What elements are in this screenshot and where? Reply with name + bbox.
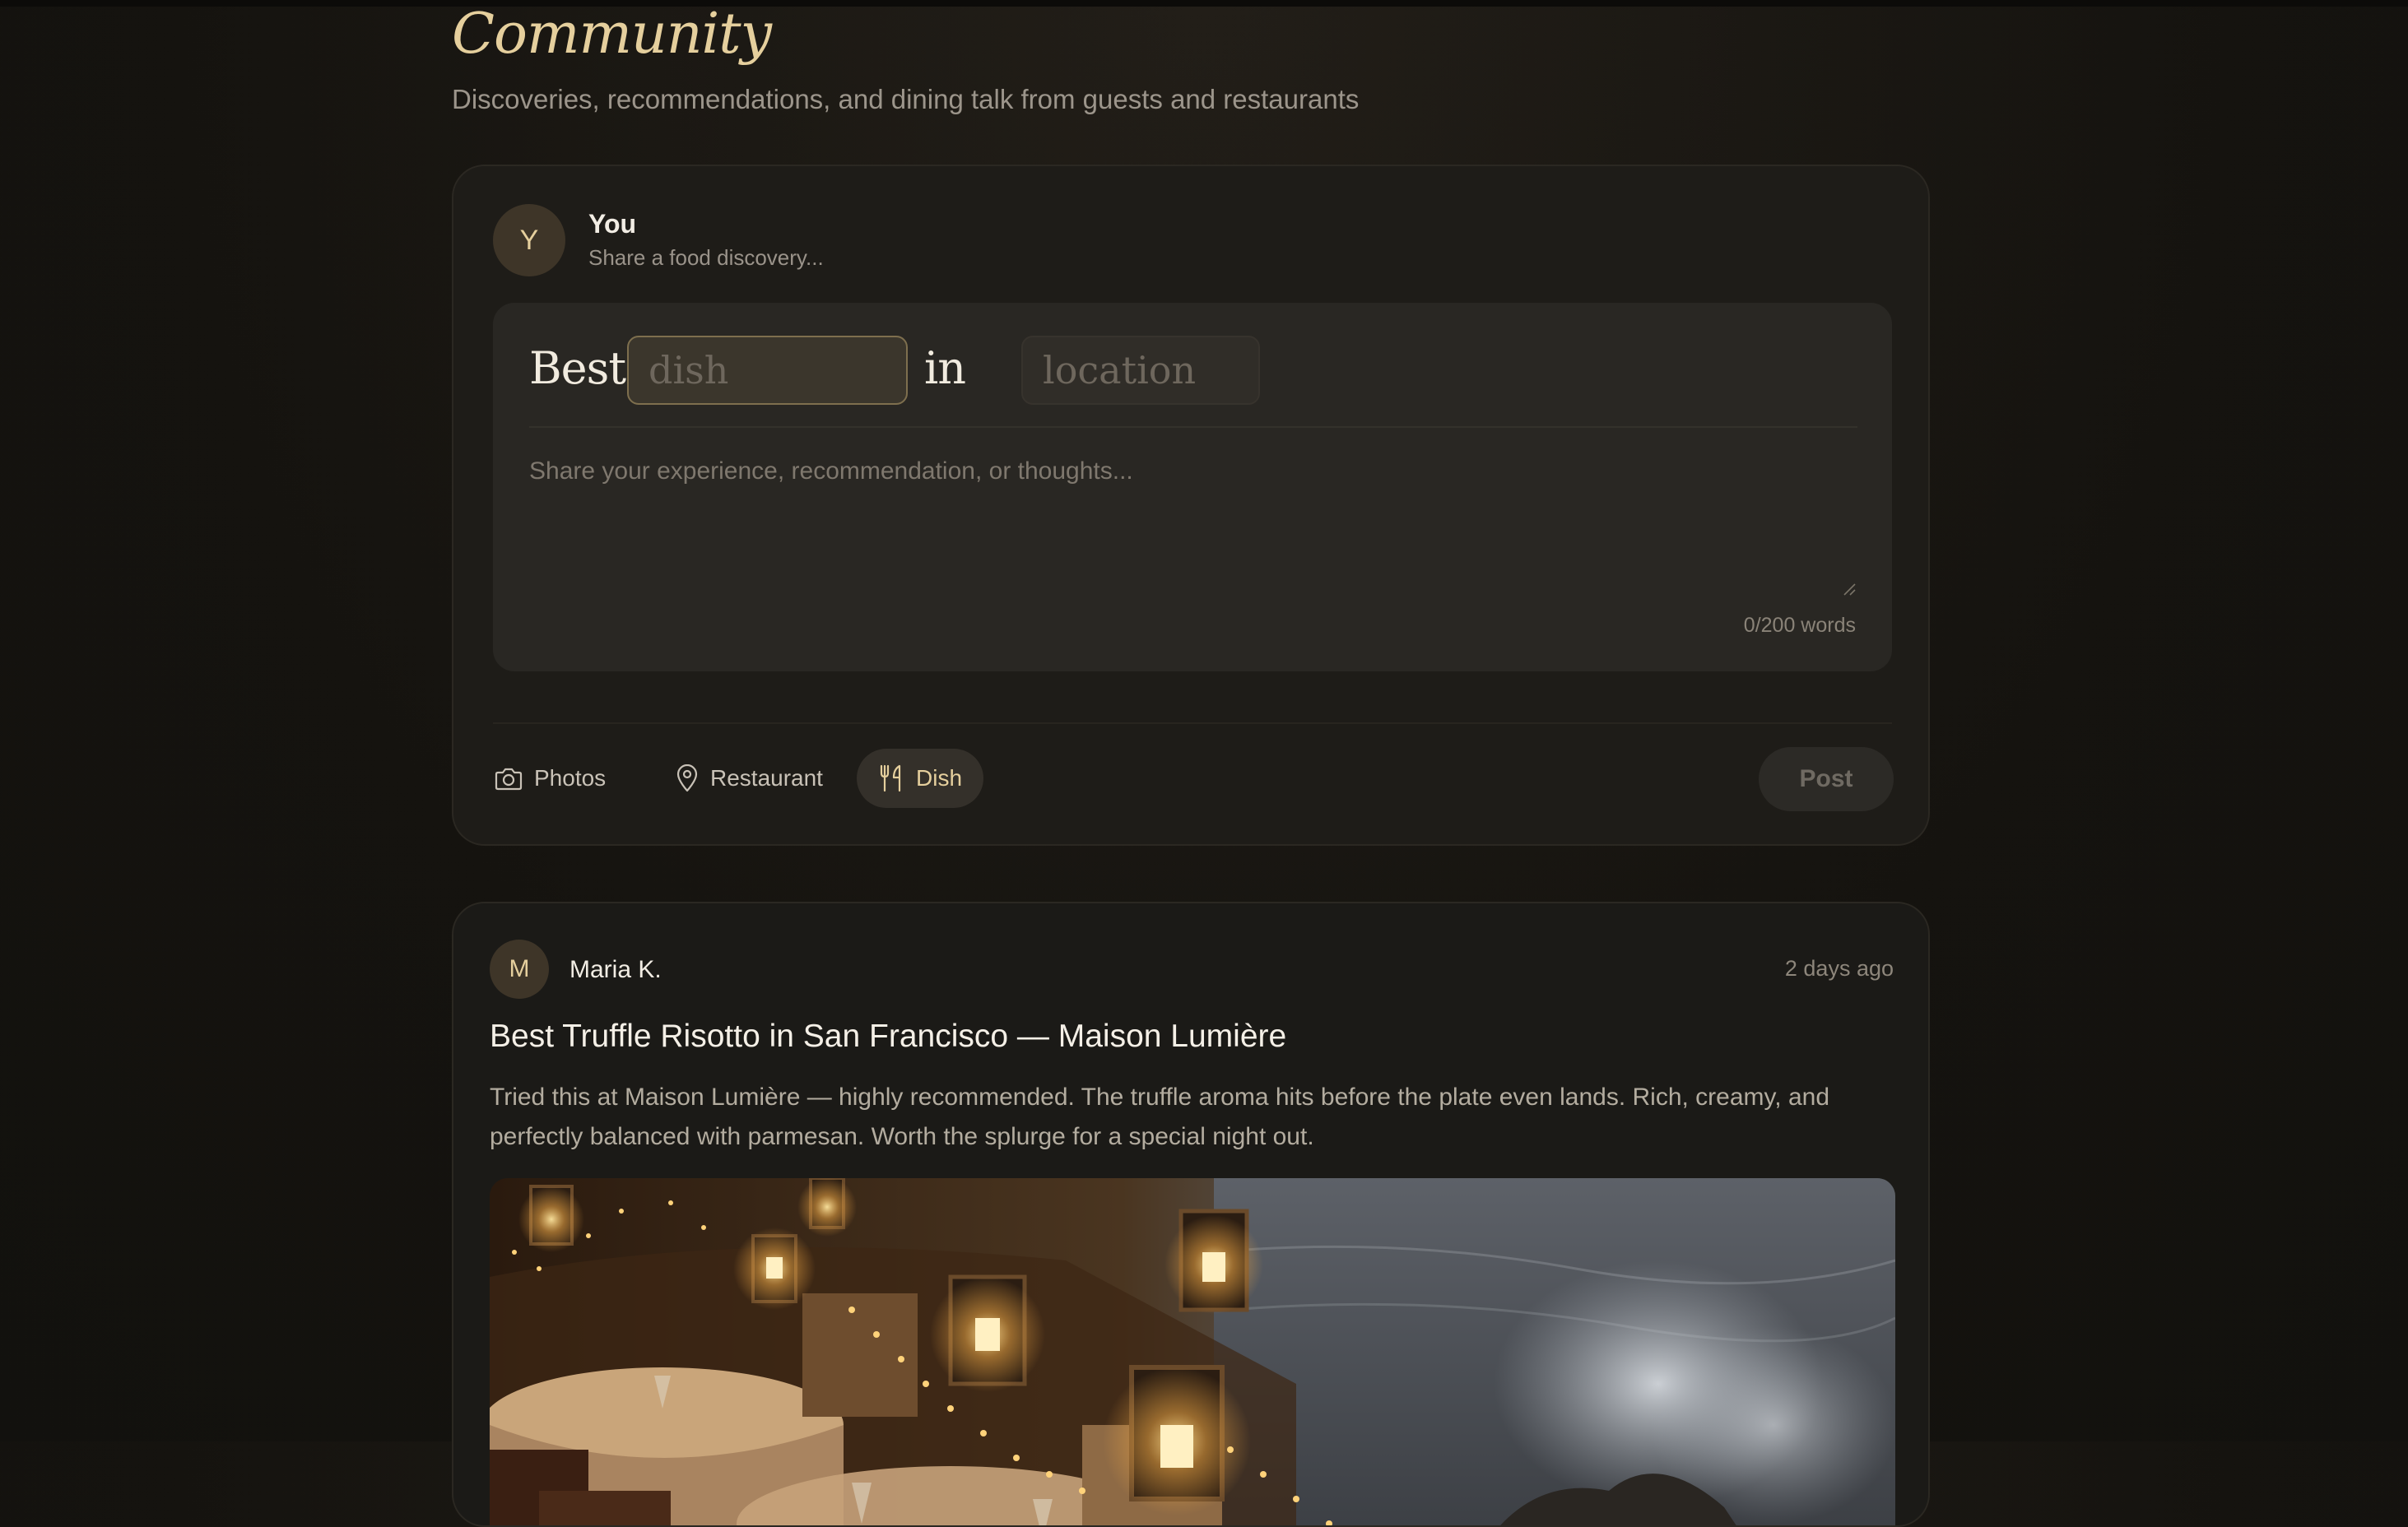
dish-input[interactable]: dish — [627, 336, 908, 405]
post-body: Tried this at Maison Lumière — highly re… — [490, 1084, 1830, 1150]
camera-icon — [495, 768, 523, 791]
dish-button[interactable]: Dish — [857, 749, 984, 808]
top-edge — [0, 0, 2408, 7]
post-photo[interactable] — [490, 1178, 1895, 1525]
author-initial: M — [509, 955, 530, 982]
map-pin-icon — [676, 764, 698, 792]
restaurant-button[interactable]: Restaurant — [654, 749, 844, 808]
post-button[interactable]: Post — [1759, 747, 1894, 811]
dish-label: Dish — [916, 765, 963, 791]
post-timestamp: 2 days ago — [1784, 956, 1894, 981]
author-avatar[interactable]: M — [490, 940, 549, 999]
composer-user-name: You — [588, 209, 637, 239]
avatar-initial: Y — [519, 224, 539, 256]
location-placeholder: location — [1043, 348, 1197, 392]
composer-editor: Best dish in location Share your experie… — [493, 303, 1892, 671]
body-textarea[interactable]: Share your experience, recommendation, o… — [529, 457, 1133, 485]
word-count: 0/200 words — [1743, 614, 1856, 637]
composer-hint: Share a food discovery... — [588, 245, 824, 270]
photos-button[interactable]: Photos — [473, 749, 627, 808]
best-label: Best — [529, 342, 626, 394]
post-title[interactable]: Best Truffle Risotto in San Francisco — … — [490, 1019, 1286, 1055]
dish-placeholder: dish — [648, 348, 729, 392]
editor-divider — [529, 426, 1857, 428]
restaurant-label: Restaurant — [710, 765, 823, 791]
post-author[interactable]: Maria K. — [569, 956, 662, 984]
utensils-icon — [880, 764, 901, 792]
feed-post: M Maria K. 2 days ago Best Truffle Risot… — [452, 902, 1930, 1527]
photos-label: Photos — [534, 765, 607, 791]
in-label: in — [924, 342, 966, 394]
post-composer: Y You Share a food discovery... Best dis… — [452, 165, 1930, 846]
composer-divider — [493, 722, 1892, 724]
avatar: Y — [493, 204, 565, 276]
resize-handle-icon[interactable] — [1843, 582, 1856, 596]
page-title: Community — [452, 2, 772, 67]
page-subtitle: Discoveries, recommendations, and dining… — [452, 84, 1360, 114]
location-input[interactable]: location — [1021, 336, 1260, 405]
candlelit-dining-photo — [490, 1178, 1895, 1525]
